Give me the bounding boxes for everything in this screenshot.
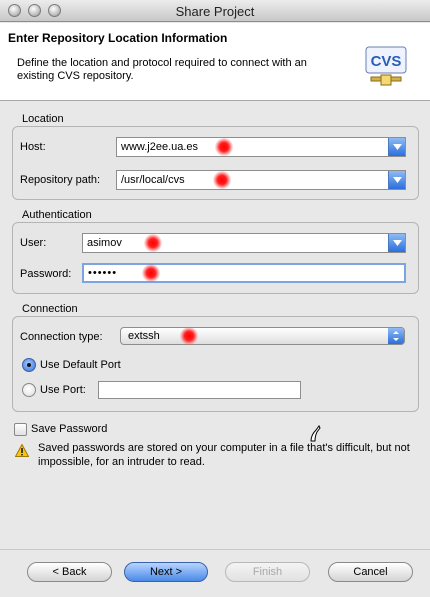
save-password-warning: Saved passwords are stored on your compu… [38,442,410,468]
repository-path-dropdown-arrow-icon[interactable] [388,171,405,189]
cancel-button[interactable]: Cancel [328,562,413,582]
password-highlight-marker [142,264,160,282]
button-bar-separator [0,549,430,550]
cvs-logo-text: CVS [371,53,402,70]
save-password-checkbox[interactable] [14,423,27,436]
up-down-arrows-icon [388,328,404,344]
connection-type-value: extssh [128,330,160,342]
cvs-logo-icon: CVS [365,46,407,86]
use-default-port-radio[interactable] [22,358,36,372]
host-combobox[interactable]: www.j2ee.ua.es [116,137,406,157]
connection-type-highlight-marker [180,327,198,345]
use-port-label: Use Port: [40,384,86,396]
host-value: www.j2ee.ua.es [121,141,199,153]
window-title: Share Project [175,4,255,19]
host-label: Host: [20,141,46,153]
repository-path-value: /usr/local/cvs [121,174,185,186]
password-field[interactable]: •••••• [82,263,406,283]
wizard-header: Enter Repository Location Information De… [0,23,430,101]
warning-icon [15,444,29,457]
user-highlight-marker [144,234,162,252]
connection-type-label: Connection type: [20,331,103,343]
repository-path-combobox[interactable]: /usr/local/cvs [116,170,406,190]
user-combobox[interactable]: asimov [82,233,406,253]
location-group-label: Location [22,113,64,125]
user-value: asimov [87,237,122,249]
title-bar: Share Project [0,0,430,22]
connection-group-label: Connection [22,303,78,315]
repository-path-label: Repository path: [20,174,101,186]
password-label: Password: [20,268,72,280]
finish-button[interactable]: Finish [225,562,310,582]
page-title: Enter Repository Location Information [8,31,228,45]
back-button[interactable]: < Back [27,562,112,582]
port-field[interactable] [98,381,301,399]
connection-type-select[interactable]: extssh [120,327,405,345]
user-dropdown-arrow-icon[interactable] [388,234,405,252]
use-port-radio[interactable] [22,383,36,397]
cursor-icon [310,425,321,442]
user-label: User: [20,237,47,249]
page-description: Define the location and protocol require… [17,57,307,82]
host-highlight-marker [215,138,233,156]
host-dropdown-arrow-icon[interactable] [388,138,405,156]
path-highlight-marker [213,171,231,189]
authentication-group-label: Authentication [22,209,92,221]
use-default-port-label: Use Default Port [40,359,121,371]
save-password-label: Save Password [31,423,108,435]
password-value: •••••• [88,267,118,279]
next-button[interactable]: Next > [124,562,208,582]
